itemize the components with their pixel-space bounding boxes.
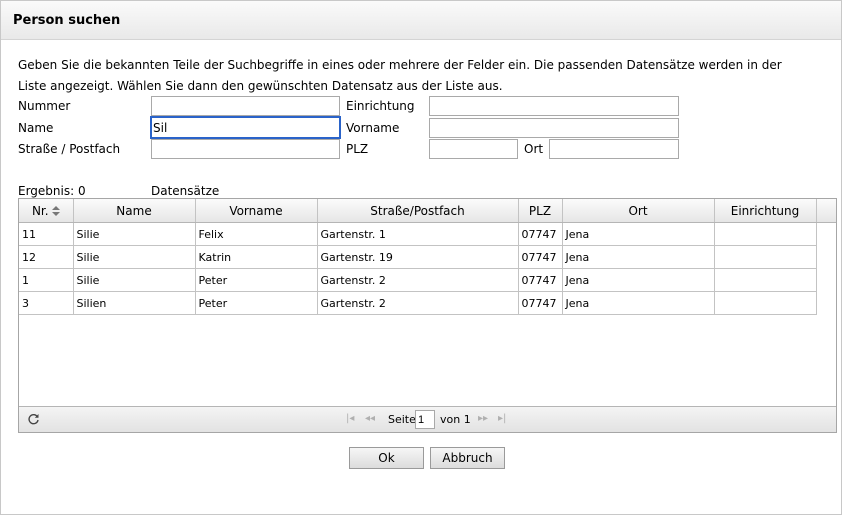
page-input[interactable]	[415, 410, 435, 429]
table-row[interactable]: 12 Silie Katrin Gartenstr. 19 07747 Jena	[19, 245, 817, 269]
cell-ort: Jena	[562, 222, 715, 246]
results-table: Nr. Name Vorname Straße/Postfach PLZ Ort…	[19, 199, 817, 315]
cell-einrichtung	[714, 291, 817, 315]
next-page-icon[interactable]: ▸▸	[478, 413, 488, 424]
intro-text-line2: Liste angezeigt. Wählen Sie dann den gew…	[18, 79, 503, 93]
dialog-title: Person suchen	[13, 13, 121, 28]
ok-button[interactable]: Ok	[349, 447, 424, 469]
cancel-button[interactable]: Abbruch	[430, 447, 505, 469]
cell-einrichtung	[714, 222, 817, 246]
results-grid: Nr. Name Vorname Straße/Postfach PLZ Ort…	[18, 198, 837, 433]
table-header-row: Nr. Name Vorname Straße/Postfach PLZ Ort…	[19, 199, 817, 223]
intro-text-line1: Geben Sie die bekannten Teile der Suchbe…	[18, 58, 782, 72]
header-filler	[816, 199, 836, 223]
cell-strasse: Gartenstr. 2	[317, 268, 519, 292]
table-row[interactable]: 3 Silien Peter Gartenstr. 2 07747 Jena	[19, 291, 817, 315]
plz-input[interactable]	[429, 139, 518, 159]
nummer-label: Nummer	[18, 99, 71, 113]
dialog-titlebar: Person suchen	[1, 1, 841, 40]
cell-plz: 07747	[518, 268, 563, 292]
cell-ort: Jena	[562, 291, 715, 315]
vorname-label: Vorname	[346, 121, 400, 135]
cell-strasse: Gartenstr. 2	[317, 291, 519, 315]
page-label: Seite	[388, 413, 416, 426]
result-count: Ergebnis: 0	[18, 184, 86, 198]
column-header-vorname[interactable]: Vorname	[195, 199, 318, 223]
page-count: von 1	[440, 413, 471, 426]
vorname-input[interactable]	[429, 118, 679, 138]
cell-vorname: Peter	[195, 291, 318, 315]
last-page-icon[interactable]: ▸|	[498, 413, 506, 424]
cell-name: Silie	[73, 268, 196, 292]
ort-input[interactable]	[549, 139, 679, 159]
column-header-strasse[interactable]: Straße/Postfach	[317, 199, 519, 223]
column-header-ort[interactable]: Ort	[562, 199, 715, 223]
prev-page-icon[interactable]: ◂◂	[365, 413, 375, 424]
cell-name: Silie	[73, 222, 196, 246]
column-header-nr[interactable]: Nr.	[19, 199, 74, 223]
cell-plz: 07747	[518, 245, 563, 269]
nummer-input[interactable]	[151, 96, 340, 116]
plz-label: PLZ	[346, 142, 369, 156]
result-unit: Datensätze	[151, 184, 220, 198]
cell-plz: 07747	[518, 222, 563, 246]
cell-einrichtung	[714, 268, 817, 292]
cell-name: Silie	[73, 245, 196, 269]
pager-bar: |◂ ◂◂ Seite von 1 ▸▸ ▸|	[19, 406, 836, 432]
name-label: Name	[18, 121, 54, 135]
cell-strasse: Gartenstr. 1	[317, 222, 519, 246]
cell-vorname: Peter	[195, 268, 318, 292]
sort-icon	[51, 206, 60, 216]
search-person-dialog: Person suchen Geben Sie die bekannten Te…	[0, 0, 842, 515]
strasse-input[interactable]	[151, 139, 340, 159]
ort-label: Ort	[524, 142, 544, 156]
einrichtung-input[interactable]	[429, 96, 679, 116]
cell-einrichtung	[714, 245, 817, 269]
einrichtung-label: Einrichtung	[346, 99, 415, 113]
refresh-icon[interactable]	[27, 413, 40, 426]
column-header-einrichtung[interactable]: Einrichtung	[714, 199, 817, 223]
cell-strasse: Gartenstr. 19	[317, 245, 519, 269]
cell-plz: 07747	[518, 291, 563, 315]
cell-vorname: Felix	[195, 222, 318, 246]
cell-nr: 3	[19, 291, 74, 315]
cell-nr: 1	[19, 268, 74, 292]
cell-name: Silien	[73, 291, 196, 315]
name-input[interactable]	[150, 116, 341, 139]
cell-vorname: Katrin	[195, 245, 318, 269]
strasse-label: Straße / Postfach	[18, 142, 121, 156]
table-row[interactable]: 1 Silie Peter Gartenstr. 2 07747 Jena	[19, 268, 817, 292]
cell-ort: Jena	[562, 245, 715, 269]
table-row[interactable]: 11 Silie Felix Gartenstr. 1 07747 Jena	[19, 222, 817, 246]
column-header-name[interactable]: Name	[73, 199, 196, 223]
cell-nr: 12	[19, 245, 74, 269]
first-page-icon[interactable]: |◂	[346, 413, 354, 424]
column-header-plz[interactable]: PLZ	[518, 199, 563, 223]
cell-nr: 11	[19, 222, 74, 246]
cell-ort: Jena	[562, 268, 715, 292]
